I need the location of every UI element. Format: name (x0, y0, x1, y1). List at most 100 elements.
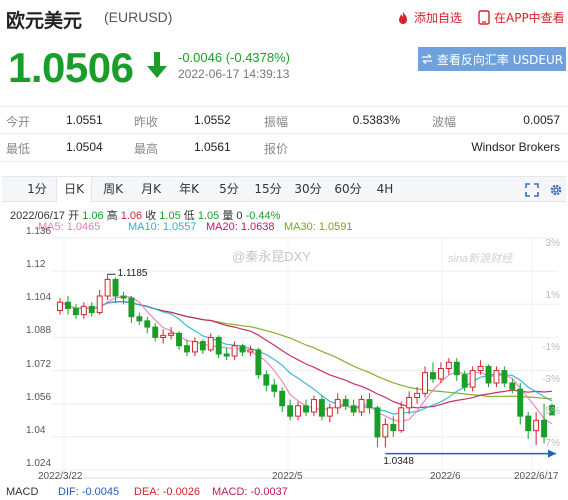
pct-axis-tick: -1% (542, 342, 560, 353)
stat-value: 1.0551 (66, 113, 103, 127)
candle-body (184, 345, 190, 353)
tab-daily-k[interactable]: 日K (56, 177, 92, 203)
candle-body (493, 370, 500, 384)
pct-axis-tick: 3% (545, 238, 560, 249)
candle-body (310, 399, 317, 413)
candle-body (295, 405, 302, 417)
kline-chart[interactable] (0, 230, 568, 486)
tab-1min[interactable]: 1分 (22, 177, 52, 202)
candle-body (199, 341, 206, 351)
candle-body (144, 320, 151, 328)
symbol-code: (EURUSD) (104, 9, 173, 25)
reverse-rate-button[interactable]: 查看反向汇率 USDEUR (418, 47, 566, 71)
macd-dea: DEA: -0.0026 (134, 486, 201, 498)
page-title: 欧元美元 (6, 10, 83, 32)
y-axis-tick: 1.12 (26, 259, 46, 271)
candle-body (437, 368, 444, 380)
tab-weekly-k[interactable]: 周K (98, 177, 128, 202)
tab-5min[interactable]: 5分 (214, 177, 244, 202)
candle-body (533, 419, 540, 432)
high-annotation: 1.1185 (117, 268, 148, 280)
candle-body (350, 405, 357, 413)
candle-body (501, 370, 508, 384)
stats-row: 今开 1.0551 昨收 1.0552 振幅 0.5383% 波幅 0.0057 (0, 106, 568, 134)
stats-table: 今开 1.0551 昨收 1.0552 振幅 0.5383% 波幅 0.0057… (0, 106, 568, 162)
candle-body (326, 407, 333, 417)
tab-monthly-k[interactable]: 月K (136, 177, 166, 202)
candle-body (191, 341, 198, 353)
pct-axis-tick: -3% (542, 374, 560, 385)
tab-60min[interactable]: 60分 (330, 177, 366, 202)
stat-label: 波幅 (432, 115, 457, 129)
candle-body (477, 365, 484, 372)
stat-value: 1.0504 (66, 140, 103, 154)
tab-15min[interactable]: 15分 (250, 177, 286, 202)
candle-body (517, 388, 524, 417)
candle-body (525, 415, 532, 432)
page-header: 欧元美元 (EURUSD) 添加自选 在APP中查看 (0, 0, 568, 34)
candle-body (469, 370, 476, 388)
watermark-user: @秦永昆DXY (232, 249, 311, 264)
candle-body (430, 372, 436, 380)
candle-body (271, 384, 278, 392)
candle-body (207, 336, 214, 351)
add-favorite-label: 添加自选 (414, 11, 463, 25)
add-favorite-button[interactable]: 添加自选 (396, 9, 462, 26)
ma10-line (59, 300, 553, 415)
y-axis-tick: 1.04 (26, 424, 46, 436)
candle-body (453, 361, 460, 376)
stat-value: 0.0057 (523, 113, 560, 127)
stat-label: 报价 (264, 142, 289, 156)
swap-icon (421, 54, 432, 64)
settings-icon[interactable] (548, 182, 564, 198)
candle-body (247, 349, 254, 353)
candle-body (239, 345, 246, 353)
candle-body (509, 382, 516, 390)
candle-body (96, 295, 103, 314)
candle-body (128, 297, 135, 318)
stat-label: 最高 (134, 142, 159, 156)
candle-body (318, 399, 325, 417)
candle-body (445, 361, 452, 370)
tab-4h[interactable]: 4H (370, 177, 400, 202)
x-axis-label: 2022/3/22 (38, 471, 83, 482)
period-tabs: 1分 日K 周K 月K 年K 5分 15分 30分 60分 4H (2, 176, 566, 203)
candle-body (279, 390, 286, 407)
tab-30min[interactable]: 30分 (290, 177, 326, 202)
candle-body (136, 316, 143, 322)
y-axis-tick: 1.104 (26, 292, 52, 304)
macd-dif: DIF: -0.0045 (58, 486, 120, 498)
candle-body (461, 374, 468, 388)
fullscreen-icon[interactable] (524, 182, 540, 198)
low-annotation: 1.0348 (383, 455, 414, 467)
candle-body (160, 334, 167, 338)
y-axis-tick: 1.136 (26, 226, 52, 237)
candle-body (72, 307, 79, 316)
stat-label: 振幅 (264, 115, 289, 129)
current-price: 1.0506 (8, 44, 134, 91)
open-app-button[interactable]: 在APP中查看 (478, 9, 565, 26)
candle-body (406, 397, 413, 409)
candle-body (263, 374, 270, 386)
candle-body (485, 365, 492, 384)
stats-row: 最低 1.0504 最高 1.0561 报价 Windsor Brokers (0, 134, 568, 162)
y-axis-tick: 1.056 (26, 391, 52, 403)
candle-body (176, 332, 182, 347)
tab-yearly-k[interactable]: 年K (174, 177, 204, 202)
stat-label: 今开 (6, 115, 31, 129)
candle-body (120, 295, 127, 299)
stat-value: 0.5383% (352, 113, 400, 127)
candle-body (382, 423, 389, 438)
candle-body (112, 278, 119, 297)
x-axis-label: 2022/5 (272, 471, 303, 482)
candle-body (231, 345, 238, 357)
candle-body (104, 278, 111, 297)
broker-name: Windsor Brokers (471, 140, 560, 154)
pct-axis-tick: -5% (542, 406, 560, 417)
candle-body (303, 405, 309, 413)
x-axis-label: 2022/6/17 (514, 471, 559, 482)
y-axis-tick: 1.088 (26, 325, 52, 337)
down-arrow-icon (147, 52, 167, 78)
stat-label: 昨收 (134, 115, 159, 129)
candle-body (64, 301, 71, 309)
